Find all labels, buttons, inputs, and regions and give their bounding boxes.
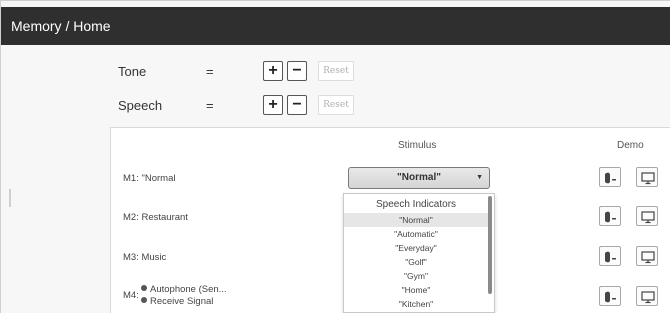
speaker-icon (605, 211, 616, 223)
demo-speaker-button-m3[interactable] (599, 246, 621, 266)
speech-plus-button[interactable]: + (263, 95, 283, 115)
speaker-icon (605, 251, 616, 263)
demo-monitor-button-m1[interactable] (636, 167, 658, 187)
dropdown-item[interactable]: "Home" (344, 283, 488, 297)
speaker-icon (605, 172, 616, 184)
dropdown-scrollbar[interactable] (488, 196, 492, 294)
bullet-dot-icon (141, 285, 147, 291)
tone-plus-button[interactable]: + (263, 61, 283, 81)
dropdown-item[interactable]: "Gym" (344, 269, 488, 283)
dropdown-header: Speech Indicators (375, 199, 457, 210)
dropdown-item[interactable]: "Automatic" (344, 227, 488, 241)
monitor-icon (641, 172, 655, 185)
monitor-icon (641, 251, 655, 264)
demo-header: Demo (617, 140, 644, 151)
dropdown-item[interactable]: "Everyday" (344, 241, 488, 255)
bullet-dot-icon (141, 297, 147, 303)
stimulus-select-value: "Normal" (397, 172, 441, 183)
memory-m1-label[interactable]: M1: "Normal (123, 173, 175, 184)
dropdown-item[interactable]: "Kitchen" (344, 297, 488, 311)
demo-monitor-button-m2[interactable] (636, 206, 658, 226)
demo-speaker-button-m2[interactable] (599, 206, 621, 226)
speech-equals: = (206, 98, 214, 113)
demo-speaker-button-m1[interactable] (599, 167, 621, 187)
memory-m2-label[interactable]: M2: Restaurant (123, 212, 188, 223)
m4-line-autophone: Autophone (Sen... (141, 284, 227, 295)
monitor-icon (641, 211, 655, 224)
dropdown-item[interactable]: "Normal" (344, 213, 488, 227)
tone-reset-button[interactable]: Reset (318, 61, 354, 81)
demo-monitor-button-m3[interactable] (636, 246, 658, 266)
speech-minus-button[interactable]: − (287, 95, 307, 115)
m4-line-receive: Receive Signal (141, 296, 213, 307)
window-edge-mark (9, 189, 11, 207)
window-title: Memory / Home (11, 18, 111, 34)
tone-minus-button[interactable]: − (287, 61, 307, 81)
speaker-icon (605, 291, 616, 303)
title-bar: Memory / Home (1, 7, 670, 45)
memory-m4-prefix: M4: (123, 290, 139, 301)
caret-down-icon: ▼ (476, 174, 483, 181)
speech-label: Speech (118, 98, 163, 113)
memory-m3-label[interactable]: M3: Music (123, 252, 166, 263)
dropdown-item[interactable]: "Golf" (344, 255, 488, 269)
m4-receive-text: Receive Signal (150, 296, 214, 307)
m4-autophone-text: Autophone (Sen... (150, 284, 227, 295)
stimulus-header: Stimulus (398, 140, 437, 151)
monitor-icon (641, 291, 655, 304)
stimulus-select[interactable]: "Normal" ▼ (348, 167, 490, 189)
speech-reset-button[interactable]: Reset (318, 95, 354, 115)
stimulus-dropdown[interactable]: Speech Indicators "Normal" "Automatic" "… (343, 193, 495, 313)
tone-label: Tone (118, 64, 147, 79)
tone-equals: = (206, 64, 214, 79)
demo-speaker-button-m4[interactable] (599, 286, 621, 306)
demo-monitor-button-m4[interactable] (636, 286, 658, 306)
